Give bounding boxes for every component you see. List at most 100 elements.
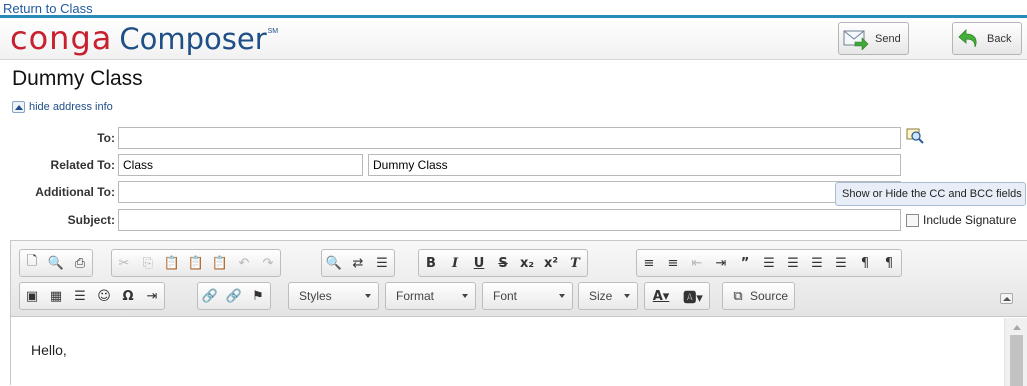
paste-word-icon[interactable]: 📋 [209, 251, 231, 275]
subscript-icon[interactable]: x₂ [516, 251, 538, 275]
chevron-down-icon [624, 294, 630, 298]
size-label: Size [589, 289, 613, 303]
copy-icon[interactable]: ⎘ [137, 251, 159, 275]
align-right-icon[interactable]: ☰ [806, 251, 828, 275]
cc-bcc-tooltip: Show or Hide the CC and BCC fields [835, 182, 1026, 206]
smiley-icon[interactable]: ☺ [93, 284, 115, 308]
italic-icon[interactable]: I [444, 251, 466, 275]
scroll-up-arrow-icon[interactable] [1013, 325, 1021, 330]
logo-conga-text: conga [10, 19, 113, 57]
document-group: 🗋 🔍 ⎙ [19, 249, 93, 277]
page-title: Dummy Class [12, 67, 143, 90]
chevron-down-icon [559, 294, 565, 298]
rich-text-editor: 🗋 🔍 ⎙ ✂ ⎘ 📋 📋 📋 ↶ ↷ 🔍 ⇄ ☰ B I U S x₂ x² … [10, 240, 1027, 386]
link-icon[interactable]: 🔗 [199, 284, 221, 308]
to-label: To: [97, 131, 115, 145]
replace-icon[interactable]: ⇄ [347, 251, 369, 275]
indent-icon[interactable]: ⇥ [710, 251, 732, 275]
format-dropdown[interactable]: Format [385, 282, 476, 310]
cut-icon[interactable]: ✂ [113, 251, 135, 275]
table-icon[interactable]: ▦ [45, 284, 67, 308]
undo-icon[interactable]: ↶ [233, 251, 255, 275]
blockquote-icon[interactable]: ” [734, 251, 756, 275]
logo-composer-text: Composer [119, 22, 267, 56]
font-dropdown[interactable]: Font [482, 282, 573, 310]
superscript-icon[interactable]: x² [540, 251, 562, 275]
remove-format-icon[interactable]: T [564, 251, 586, 275]
toggle-label: hide address info [29, 101, 113, 113]
chevron-down-icon [462, 294, 468, 298]
image-icon[interactable]: ▣ [21, 284, 43, 308]
select-all-icon[interactable]: ☰ [371, 251, 393, 275]
link-group: 🔗 🔗 ⚑ [197, 282, 271, 310]
clipboard-group: ✂ ⎘ 📋 📋 📋 ↶ ↷ [111, 249, 281, 277]
return-to-class-link[interactable]: Return to Class [3, 1, 93, 16]
paste-text-icon[interactable]: 📋 [185, 251, 207, 275]
unlink-icon[interactable]: 🔗 [223, 284, 245, 308]
paste-icon[interactable]: 📋 [161, 251, 183, 275]
related-record-field[interactable] [368, 154, 901, 176]
bulleted-list-icon[interactable]: ≡ [662, 251, 684, 275]
bold-icon[interactable]: B [420, 251, 442, 275]
chevron-down-icon [365, 294, 371, 298]
send-mail-icon [843, 30, 869, 50]
background-color-icon[interactable]: 🅰▾ [678, 284, 708, 308]
font-label: Font [493, 289, 518, 303]
related-to-label: Related To: [50, 158, 115, 172]
outdent-icon[interactable]: ⇤ [686, 251, 708, 275]
horizontal-line-icon[interactable]: ☰ [69, 284, 91, 308]
styles-label: Styles [299, 289, 332, 303]
composer-header: conga Composer SM Send Back [0, 18, 1027, 60]
editor-content[interactable]: Hello, [11, 318, 1027, 386]
editor-toolbar: 🗋 🔍 ⎙ ✂ ⎘ 📋 📋 📋 ↶ ↷ 🔍 ⇄ ☰ B I U S x₂ x² … [11, 241, 1027, 317]
additional-to-field[interactable] [118, 181, 901, 203]
additional-to-label: Additional To: [35, 185, 115, 199]
include-signature-label: Include Signature [923, 213, 1017, 227]
editor-scrollbar[interactable] [1004, 318, 1027, 386]
hide-address-info-toggle[interactable]: hide address info [12, 101, 113, 113]
related-object-field[interactable] [118, 154, 363, 176]
back-label: Back [987, 32, 1012, 45]
ltr-icon[interactable]: ¶ [854, 251, 876, 275]
conga-composer-logo: conga Composer SM [10, 18, 278, 58]
align-left-icon[interactable]: ☰ [758, 251, 780, 275]
special-char-icon[interactable]: Ω [117, 284, 139, 308]
preview-icon[interactable]: 🔍 [45, 251, 67, 275]
back-button[interactable]: Back [952, 22, 1022, 55]
justify-icon[interactable]: ☰ [830, 251, 852, 275]
subject-label: Subject: [67, 213, 115, 227]
find-group: 🔍 ⇄ ☰ [321, 249, 395, 277]
text-color-icon[interactable]: A▾ [646, 284, 676, 308]
toolbar-collapse-button[interactable] [1000, 293, 1013, 304]
source-label: Source [750, 289, 789, 303]
signature-checkbox-box[interactable] [906, 213, 919, 227]
rtl-icon[interactable]: ¶ [878, 251, 900, 275]
numbered-list-icon[interactable]: ≡ [638, 251, 660, 275]
format-label: Format [396, 289, 435, 303]
anchor-icon[interactable]: ⚑ [247, 284, 269, 308]
strikethrough-icon[interactable]: S [492, 251, 514, 275]
collapse-arrow-icon [12, 101, 25, 113]
size-dropdown[interactable]: Size [578, 282, 638, 310]
back-arrow-icon [958, 28, 977, 47]
source-icon: ⧉ [733, 288, 743, 304]
find-icon[interactable]: 🔍 [323, 251, 345, 275]
scrollbar-thumb[interactable] [1010, 335, 1023, 386]
send-label: Send [875, 32, 901, 45]
print-icon[interactable]: ⎙ [69, 251, 91, 275]
send-button[interactable]: Send [838, 22, 909, 55]
logo-service-mark: SM [267, 28, 279, 35]
new-page-icon[interactable]: 🗋 [21, 251, 43, 275]
page-break-icon[interactable]: ⇥ [141, 284, 163, 308]
lookup-icon[interactable] [906, 128, 924, 144]
subject-field[interactable] [118, 209, 901, 231]
styles-dropdown[interactable]: Styles [288, 282, 379, 310]
color-group: A▾ 🅰▾ [644, 282, 710, 310]
paragraph-group: ≡ ≡ ⇤ ⇥ ” ☰ ☰ ☰ ☰ ¶ ¶ [636, 249, 902, 277]
to-field[interactable] [118, 127, 901, 149]
redo-icon[interactable]: ↷ [257, 251, 279, 275]
underline-icon[interactable]: U [468, 251, 490, 275]
include-signature-checkbox[interactable]: Include Signature [906, 213, 1016, 227]
align-center-icon[interactable]: ☰ [782, 251, 804, 275]
source-button[interactable]: ⧉ Source [722, 282, 796, 310]
